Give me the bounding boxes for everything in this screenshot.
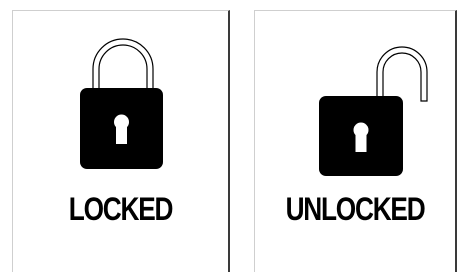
unlocked-padlock-icon (319, 46, 428, 176)
unlocked-card: UNLOCKED (254, 10, 457, 272)
locked-card: LOCKED (12, 10, 230, 272)
unlocked-label: UNLOCKED (285, 191, 426, 227)
locked-label: LOCKED (68, 191, 174, 227)
shackle-open (376, 46, 428, 102)
locked-padlock-icon (80, 38, 163, 169)
shackle-closed (92, 38, 154, 94)
